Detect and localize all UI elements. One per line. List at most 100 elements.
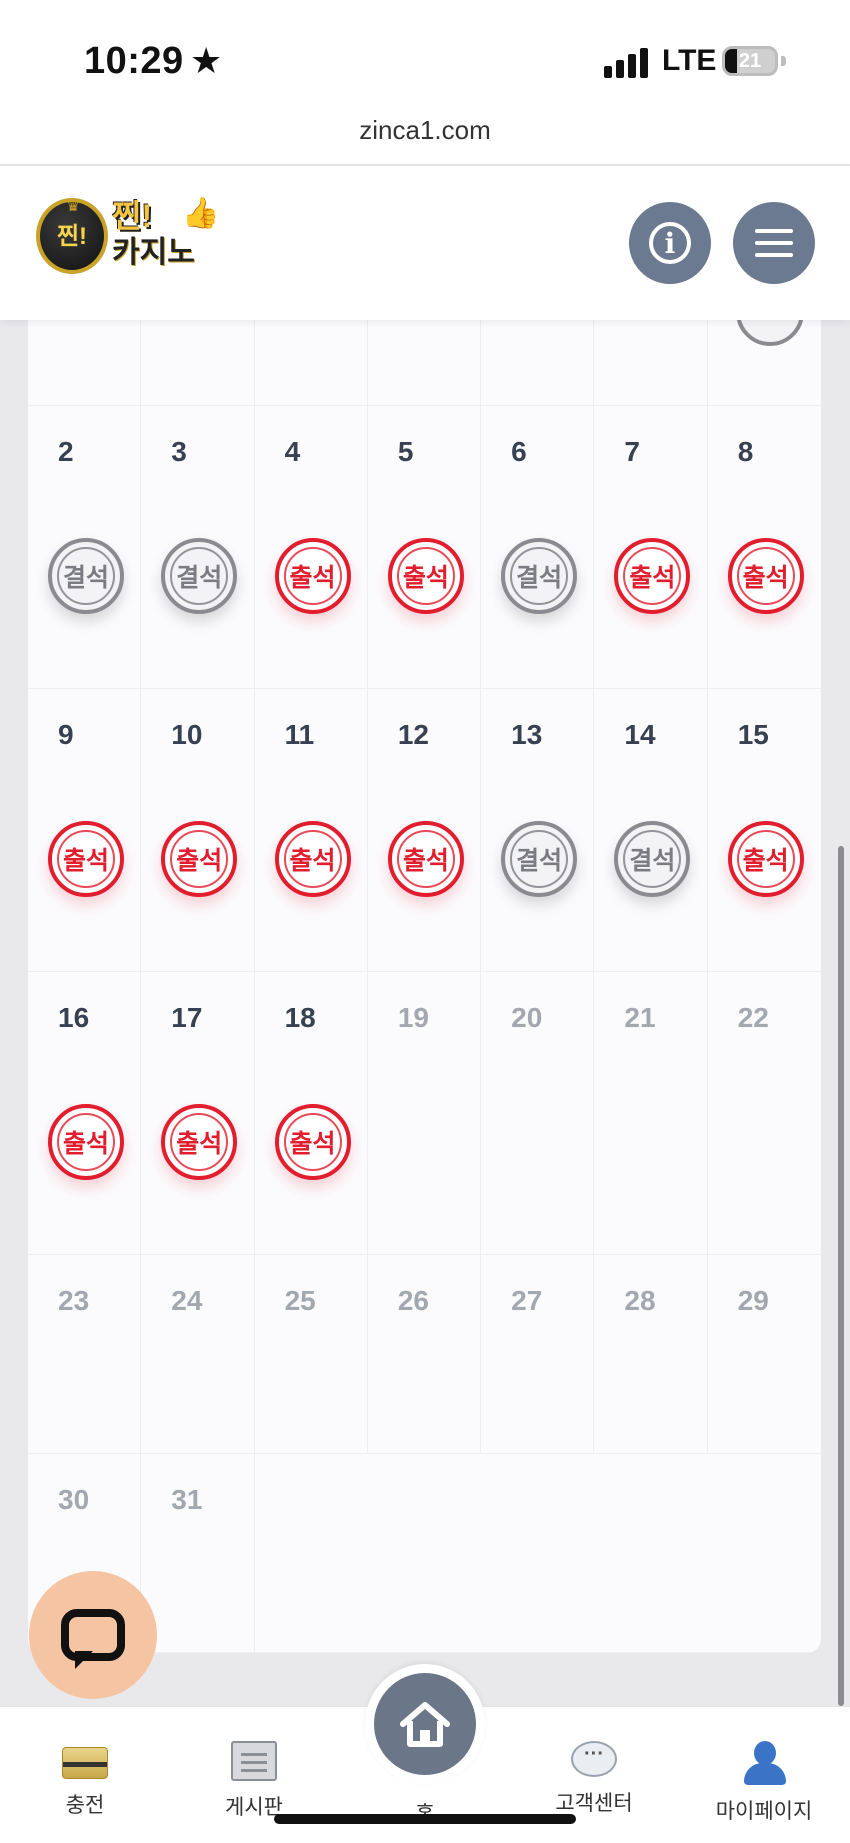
day-number: 10: [171, 719, 203, 750]
day-number: 20: [511, 1002, 543, 1033]
calendar-day-cell: 26: [368, 1255, 482, 1453]
star-icon: ★: [190, 40, 223, 81]
day-number: 30: [58, 1484, 90, 1515]
day-number: 3: [171, 436, 187, 467]
attended-stamp: 출석: [274, 821, 351, 897]
attended-stamp: 출석: [727, 821, 804, 897]
calendar-day-cell: 14 결석: [594, 689, 708, 971]
board-icon: [231, 1741, 277, 1781]
url-bar[interactable]: zinca1.com: [0, 115, 850, 146]
calendar-day-cell: 17 출석: [141, 972, 255, 1254]
calendar-cell: [368, 320, 482, 405]
calendar-day-cell: 4 출석: [255, 406, 368, 688]
site-logo[interactable]: ♛ 찐! 찐! 👍 카지노: [34, 192, 224, 284]
home-button-inner: [374, 1673, 476, 1775]
attended-stamp: 출석: [614, 538, 691, 614]
attended-stamp: 출석: [48, 1104, 124, 1180]
status-time: 10:29: [84, 40, 184, 82]
calendar-week: 16 출석 17 출석 18 출석 19 20 21 22: [28, 972, 821, 1255]
calendar-cell: [708, 320, 821, 405]
home-icon: [400, 1702, 450, 1747]
status-bar: 10:29 ★ LTE 21 zinca1.com: [0, 0, 850, 145]
thumbs-up-icon: 👍: [182, 197, 220, 230]
attendance-calendar: 2 결석 3 결석 4 출석 5 출석 6 결석 7 출석 8 출석 9 출석 10 출석 11 출석 12 출석 13 결석…: [28, 320, 821, 1653]
calendar-week-partial: [28, 320, 821, 406]
calendar-cell: [255, 320, 368, 405]
cellular-signal-icon: [604, 46, 648, 78]
calendar-day-cell: 9 출석: [28, 689, 142, 971]
calendar-day-cell: 25: [255, 1255, 368, 1453]
logo-badge: ♛ 찐!: [36, 198, 108, 274]
day-number: 22: [737, 1002, 769, 1033]
calendar-day-cell: 24: [141, 1255, 255, 1453]
nav-home[interactable]: [365, 1664, 485, 1784]
battery-icon: 21: [722, 46, 778, 76]
home-indicator: [274, 1814, 576, 1824]
attended-stamp: 출석: [387, 821, 464, 897]
calendar-week: 9 출석 10 출석 11 출석 12 출석 13 결석 14 결석 15 출석: [28, 689, 821, 972]
calendar-cell: [28, 320, 142, 405]
calendar-day-cell: 18 출석: [255, 972, 368, 1254]
site-header: ♛ 찐! 찐! 👍 카지노 i: [0, 166, 850, 320]
crown-icon: ♛: [66, 198, 81, 215]
day-number: 18: [284, 1002, 316, 1033]
calendar-empty-cell: [594, 1454, 707, 1652]
attended-stamp: 출석: [48, 821, 124, 897]
chat-icon: [61, 1609, 125, 1669]
logo-title: 찐!: [112, 198, 153, 234]
network-type: LTE: [662, 44, 717, 77]
calendar-day-cell: 10 출석: [141, 689, 255, 971]
calendar-day-cell: 19: [368, 972, 482, 1254]
day-number: 6: [511, 436, 527, 467]
nav-customer-center[interactable]: ··· 고객센터: [524, 1741, 664, 1817]
info-button[interactable]: i: [629, 202, 711, 284]
day-number: 7: [624, 436, 640, 467]
day-number: 9: [58, 719, 74, 750]
attended-stamp: 출석: [274, 1104, 351, 1180]
calendar-day-cell: 21: [594, 972, 708, 1254]
calendar-cell: [141, 320, 255, 405]
calendar-cell: [481, 320, 595, 405]
day-number: 16: [58, 1002, 90, 1033]
attended-stamp: 출석: [274, 538, 351, 614]
calendar-empty-cell: [708, 1454, 821, 1652]
calendar-day-cell: 23: [28, 1255, 142, 1453]
logo-subtitle: 카지노: [112, 236, 195, 269]
menu-button[interactable]: [733, 202, 815, 284]
day-number: 19: [397, 1002, 429, 1033]
calendar-day-cell: 13 결석: [481, 689, 595, 971]
nav-charge[interactable]: 충전: [15, 1741, 155, 1819]
calendar-day-cell: 2 결석: [28, 406, 142, 688]
calendar-day-cell: 29: [708, 1255, 821, 1453]
calendar-day-cell: 31: [141, 1454, 255, 1652]
nav-board[interactable]: 게시판: [184, 1741, 324, 1821]
day-number: 17: [171, 1002, 203, 1033]
day-number: 28: [624, 1285, 656, 1316]
nav-label: 마이페이지: [715, 1800, 813, 1823]
day-number: 26: [397, 1285, 429, 1316]
absent-stamp: 결석: [161, 538, 238, 614]
day-number: 5: [397, 436, 414, 467]
chat-button[interactable]: [29, 1571, 157, 1699]
absent-stamp: 결석: [614, 821, 691, 897]
scrollbar[interactable]: [838, 846, 844, 1706]
calendar-day-cell: 3 결석: [141, 406, 255, 688]
calendar-empty-cell: [368, 1454, 481, 1652]
calendar-day-cell: 28: [594, 1255, 708, 1453]
calendar-day-cell: 20: [481, 972, 595, 1254]
calendar-day-cell: 12 출석: [368, 689, 482, 971]
calendar-day-cell: 27: [481, 1255, 595, 1453]
calendar-week: 2 결석 3 결석 4 출석 5 출석 6 결석 7 출석 8 출석: [28, 406, 821, 689]
calendar-day-cell: 7 출석: [594, 406, 708, 688]
day-number: 25: [284, 1285, 316, 1316]
nav-my-page[interactable]: 마이페이지: [694, 1741, 834, 1825]
battery-level: 21: [738, 50, 762, 72]
day-number: 23: [58, 1285, 90, 1316]
day-number: 4: [284, 436, 301, 467]
day-number: 29: [737, 1285, 769, 1316]
attended-stamp: 출석: [727, 538, 804, 614]
absent-stamp: 결석: [501, 538, 578, 614]
day-number: 13: [511, 719, 543, 750]
calendar-day-cell: 6 결석: [481, 406, 595, 688]
day-number: 14: [624, 719, 656, 750]
